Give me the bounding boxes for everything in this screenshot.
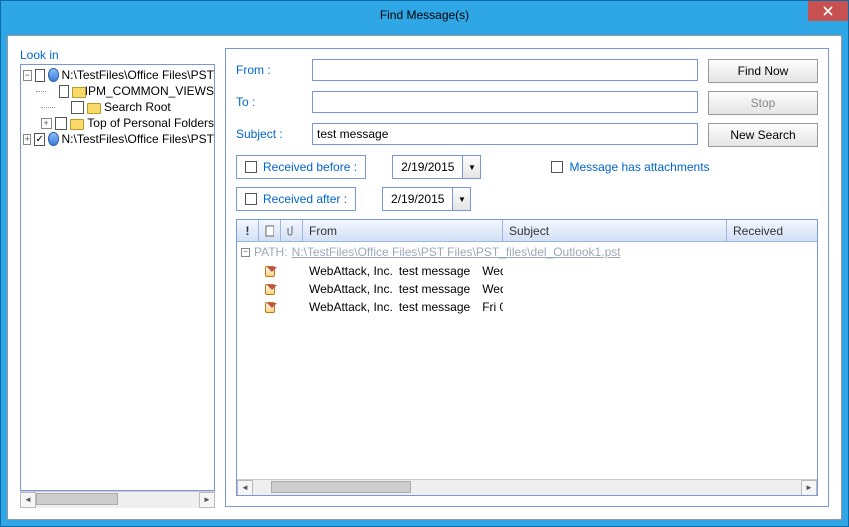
folder-icon [72, 86, 82, 97]
tree-node-label: N:\TestFiles\Office Files\PST [62, 68, 214, 82]
collapse-icon[interactable]: − [23, 70, 32, 81]
pst-file-icon [48, 132, 59, 146]
subject-label: Subject : [236, 127, 306, 141]
result-received: Wed 04/01/2 [476, 264, 503, 278]
to-input[interactable] [312, 91, 698, 113]
tree-node[interactable]: IPM_COMMON_VIEWS [21, 83, 214, 99]
tree-hscrollbar[interactable]: ◄ ► [20, 491, 215, 507]
folder-icon [87, 102, 101, 113]
column-from[interactable]: From [303, 220, 503, 241]
results-hscrollbar[interactable]: ◄ ► [237, 479, 817, 495]
from-label: From : [236, 63, 306, 77]
chevron-down-icon[interactable]: ▼ [452, 188, 470, 210]
received-after-label: Received after : [263, 192, 347, 206]
result-row[interactable]: WebAttack, Inc.test messageFri 03/27/20 [237, 298, 817, 316]
result-received: Fri 03/27/20 [476, 300, 503, 314]
has-attachments-label: Message has attachments [569, 160, 709, 174]
path-label: PATH: [254, 245, 288, 259]
search-panel: From : To : Subject : Find Now Stop [225, 48, 829, 507]
tree-checkbox[interactable] [59, 85, 69, 98]
window-title: Find Message(s) [1, 8, 848, 22]
has-attachments-checkbox[interactable] [551, 161, 563, 173]
result-subject: test message [393, 264, 476, 278]
path-value: N:\TestFiles\Office Files\PST Files\PST_… [292, 245, 621, 259]
expand-icon[interactable]: + [23, 134, 31, 145]
to-label: To : [236, 95, 306, 109]
tree-node-label: Top of Personal Folders [87, 116, 214, 130]
results-body[interactable]: −PATH: N:\TestFiles\Office Files\PST Fil… [237, 242, 817, 479]
mail-icon [265, 284, 275, 295]
subject-input[interactable] [312, 123, 698, 145]
received-after-value: 2/19/2015 [383, 192, 452, 206]
result-from: WebAttack, Inc.test messageFri 03/27/20 [303, 300, 503, 314]
tree-node[interactable]: − N:\TestFiles\Office Files\PST [21, 67, 214, 83]
collapse-icon[interactable]: − [241, 248, 250, 257]
result-row[interactable]: WebAttack, Inc.test messageWed 04/01/2 [237, 262, 817, 280]
tree-node-label: IPM_COMMON_VIEWS [85, 84, 214, 98]
received-before-group: Received before : [236, 155, 366, 179]
tree-node-label: N:\TestFiles\Office Files\PST [62, 132, 214, 146]
column-subject[interactable]: Subject [503, 220, 727, 241]
folder-tree[interactable]: − N:\TestFiles\Office Files\PST IPM_COMMON… [20, 64, 215, 491]
results-path-row[interactable]: −PATH: N:\TestFiles\Office Files\PST Fil… [237, 242, 817, 262]
results-header: ! From Subject Received [237, 220, 817, 242]
search-fields: From : To : Subject : Find Now Stop [236, 59, 818, 147]
result-received: Wed 04/01/2 [476, 282, 503, 296]
received-before-value: 2/19/2015 [393, 160, 462, 174]
look-in-panel: Look in − N:\TestFiles\Office Files\PST IP… [20, 48, 215, 507]
received-before-checkbox[interactable] [245, 161, 257, 173]
tree-node[interactable]: + Top of Personal Folders [21, 115, 214, 131]
expand-icon[interactable]: + [41, 118, 52, 129]
titlebar[interactable]: Find Message(s) [1, 1, 848, 29]
tree-node[interactable]: Search Root [21, 99, 214, 115]
scroll-track[interactable] [253, 480, 801, 496]
column-icon[interactable] [259, 220, 281, 241]
find-now-button[interactable]: Find Now [708, 59, 818, 83]
scroll-thumb[interactable] [271, 481, 411, 493]
received-before-label: Received before : [263, 160, 357, 174]
result-row[interactable]: WebAttack, Inc.test messageWed 04/01/2 [237, 280, 817, 298]
tree-checkbox[interactable] [35, 69, 45, 82]
chevron-down-icon[interactable]: ▼ [462, 156, 480, 178]
scroll-right-button[interactable]: ► [801, 480, 817, 496]
result-from: WebAttack, Inc.test messageWed 04/01/2 [303, 264, 503, 278]
received-after-datepicker[interactable]: 2/19/2015 ▼ [382, 187, 471, 211]
column-received[interactable]: Received [727, 220, 817, 241]
from-input[interactable] [312, 59, 698, 81]
result-from: WebAttack, Inc.test messageWed 04/01/2 [303, 282, 503, 296]
result-subject: test message [393, 300, 476, 314]
find-messages-window: Find Message(s) Look in − N:\TestFiles\Of… [0, 0, 849, 527]
scroll-left-button[interactable]: ◄ [20, 492, 36, 508]
tree-checkbox[interactable] [71, 101, 84, 114]
tree-checkbox[interactable] [55, 117, 68, 130]
scroll-left-button[interactable]: ◄ [237, 480, 253, 496]
column-importance[interactable]: ! [237, 220, 259, 241]
column-attachment[interactable] [281, 220, 303, 241]
result-subject: test message [393, 282, 476, 296]
received-after-group: Received after : [236, 187, 356, 211]
mail-icon [265, 266, 275, 277]
close-button[interactable] [808, 1, 848, 21]
new-search-button[interactable]: New Search [708, 123, 818, 147]
tree-node-label: Search Root [104, 100, 171, 114]
received-after-checkbox[interactable] [245, 193, 257, 205]
pst-file-icon [48, 68, 59, 82]
received-before-datepicker[interactable]: 2/19/2015 ▼ [392, 155, 481, 179]
tree-node[interactable]: +✓ N:\TestFiles\Office Files\PST [21, 131, 214, 147]
tree-checkbox[interactable]: ✓ [34, 133, 44, 146]
mail-icon [265, 302, 275, 313]
scroll-right-button[interactable]: ► [199, 492, 215, 508]
look-in-label: Look in [20, 48, 215, 62]
client-area: Look in − N:\TestFiles\Office Files\PST IP… [7, 35, 842, 520]
scroll-track[interactable] [36, 492, 199, 508]
folder-icon [70, 118, 84, 129]
stop-button[interactable]: Stop [708, 91, 818, 115]
results-list: ! From Subject Received −PATH: N:\TestFi… [236, 219, 818, 496]
scroll-thumb[interactable] [36, 493, 118, 505]
